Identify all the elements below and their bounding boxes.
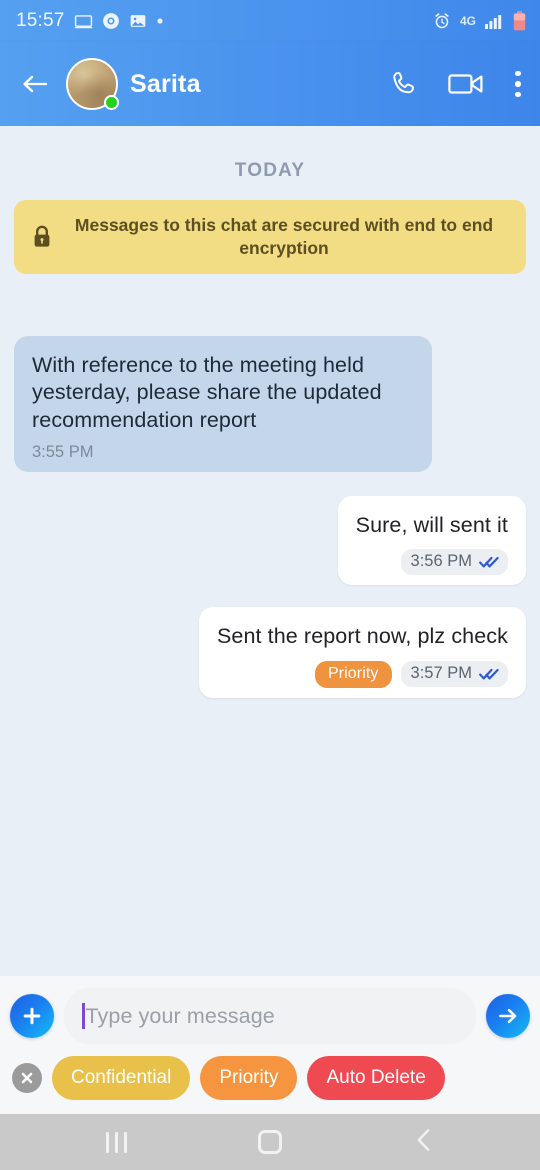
- overflow-menu-button[interactable]: [512, 67, 524, 102]
- message-bubble-incoming[interactable]: With reference to the meeting held yeste…: [14, 336, 432, 473]
- encryption-banner: Messages to this chat are secured with e…: [14, 200, 526, 275]
- phone-screen: 15:57 4G Sarita TODAY Messages to this c…: [0, 0, 540, 1170]
- close-circle-icon: [21, 1072, 33, 1084]
- date-divider: TODAY: [234, 160, 306, 181]
- tag-chip-priority[interactable]: Priority: [200, 1056, 298, 1100]
- double-check-read-icon: [479, 667, 499, 681]
- message-time: 3:57 PM: [410, 664, 472, 683]
- nav-back-icon: [417, 1128, 430, 1151]
- recents-button[interactable]: [105, 1131, 127, 1153]
- message-row: With reference to the meeting held yeste…: [14, 336, 526, 473]
- status-bar-clock: 15:57: [16, 10, 65, 31]
- message-meta: 3:56 PM: [356, 549, 508, 576]
- lock-icon: [30, 224, 54, 250]
- dot-icon: [156, 17, 164, 25]
- message-row: Sure, will sent it 3:56 PM: [14, 496, 526, 586]
- text-cursor: [82, 1003, 85, 1029]
- system-back-button[interactable]: [414, 1127, 434, 1158]
- recents-icon: [105, 1131, 109, 1153]
- message-text: Sent the report now, plz check: [216, 624, 508, 649]
- message-bubble-outgoing[interactable]: Sent the report now, plz check Priority …: [198, 607, 526, 698]
- screencast-icon: [74, 12, 93, 31]
- message-time-pill: 3:56 PM: [400, 549, 508, 576]
- message-text: Sure, will sent it: [355, 513, 508, 538]
- tag-chip-bar: Confidential Priority Auto Delete: [0, 1050, 540, 1114]
- online-status-dot: [104, 95, 119, 110]
- double-check-read-icon: [479, 555, 499, 569]
- message-time: 3:56 PM: [410, 552, 472, 571]
- encryption-notice-text: Messages to this chat are secured with e…: [74, 215, 494, 259]
- contact-name[interactable]: Sarita: [130, 70, 201, 99]
- gallery-icon: [129, 12, 147, 30]
- battery-low-icon: [513, 11, 526, 31]
- message-bubble-outgoing[interactable]: Sure, will sent it 3:56 PM: [337, 496, 526, 586]
- close-tagbar-button[interactable]: [12, 1063, 42, 1093]
- chat-message-list[interactable]: TODAY Messages to this chat are secured …: [0, 126, 540, 976]
- message-input[interactable]: Type your message: [64, 988, 476, 1044]
- message-time-pill: 3:57 PM: [400, 661, 508, 688]
- message-text: With reference to the meeting held yeste…: [32, 353, 382, 432]
- send-arrow-icon: [499, 1008, 517, 1024]
- chrome-icon: [102, 12, 120, 30]
- video-call-button[interactable]: [448, 71, 484, 97]
- add-attachment-button[interactable]: [10, 994, 54, 1038]
- message-row: Sent the report now, plz check Priority …: [14, 607, 526, 698]
- message-meta: Priority 3:57 PM: [217, 660, 508, 688]
- back-arrow-icon: [23, 75, 48, 93]
- overflow-menu-icon: [515, 70, 521, 77]
- signal-bars-icon: [485, 13, 504, 29]
- back-button[interactable]: [18, 67, 52, 101]
- status-bar: 15:57 4G: [0, 0, 540, 42]
- status-bar-right: 4G: [433, 11, 526, 31]
- voice-call-button[interactable]: [390, 69, 420, 99]
- send-button[interactable]: [486, 994, 530, 1038]
- app-bar-actions: [390, 67, 524, 102]
- message-composer: Type your message: [0, 976, 540, 1050]
- network-4g-label: 4G: [459, 14, 476, 28]
- app-bar: Sarita: [0, 42, 540, 126]
- message-tag-badge[interactable]: Priority: [314, 660, 392, 688]
- status-bar-left: 15:57: [16, 10, 164, 32]
- plus-icon: [23, 1007, 41, 1025]
- video-call-icon: [448, 74, 483, 94]
- network-4g-icon: 4G: [460, 15, 476, 27]
- tag-chip-auto-delete[interactable]: Auto Delete: [307, 1056, 445, 1100]
- voice-call-icon: [393, 72, 414, 94]
- message-time: 3:55 PM: [32, 443, 94, 462]
- message-input-placeholder: Type your message: [85, 1003, 275, 1028]
- system-navigation-bar: [0, 1114, 540, 1170]
- avatar[interactable]: [66, 58, 119, 110]
- home-button[interactable]: [258, 1130, 283, 1154]
- tag-chip-confidential[interactable]: Confidential: [52, 1056, 191, 1100]
- alarm-icon: [433, 12, 451, 30]
